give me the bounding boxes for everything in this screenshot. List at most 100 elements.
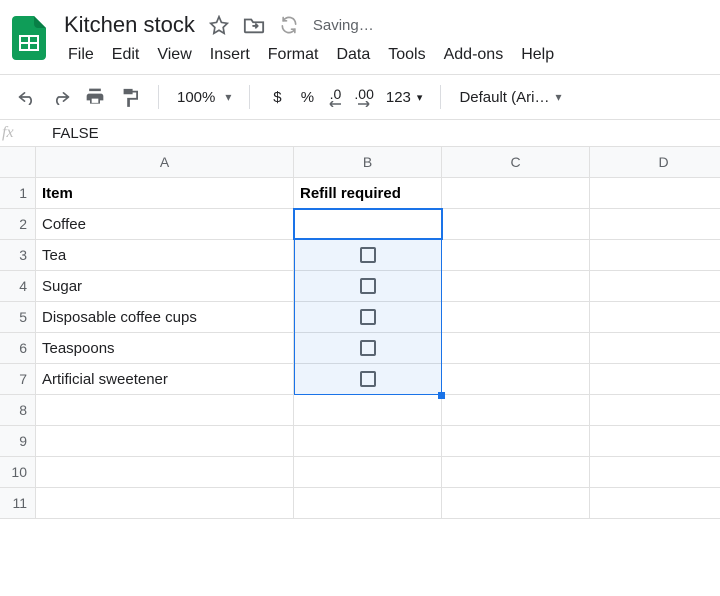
zoom-value: 100% [177,89,215,106]
menu-help[interactable]: Help [521,46,554,64]
cell-D2[interactable] [590,209,720,240]
cell-A2[interactable]: Coffee [36,209,294,240]
formula-value: FALSE [40,125,99,142]
row-header-5[interactable]: 5 [0,302,36,333]
checkbox[interactable] [360,340,376,356]
cell-B2[interactable] [294,209,442,240]
cell-D1[interactable] [590,178,720,209]
menu-edit[interactable]: Edit [112,46,140,64]
cell-B8[interactable] [294,395,442,426]
row-header-8[interactable]: 8 [0,395,36,426]
cell-A7[interactable]: Artificial sweetener [36,364,294,395]
star-icon[interactable] [209,15,229,35]
col-header-C[interactable]: C [442,147,590,178]
menu-view[interactable]: View [157,46,191,64]
paint-format-button[interactable] [118,86,140,108]
undo-button[interactable] [16,86,38,108]
decrease-decimal-button[interactable]: .0 [328,86,342,108]
cell-B1[interactable]: Refill required [294,178,442,209]
checkbox[interactable] [360,216,376,232]
checkbox[interactable] [360,309,376,325]
cell-B3[interactable] [294,240,442,271]
toolbar: 100% $ % .0 .00 123▾ Default (Ari… ▾ [0,75,720,119]
col-header-B[interactable]: B [294,147,442,178]
checkbox[interactable] [360,371,376,387]
cell-C11[interactable] [442,488,590,519]
cell-D9[interactable] [590,426,720,457]
row-header-3[interactable]: 3 [0,240,36,271]
cell-A1[interactable]: Item [36,178,294,209]
cell-A6[interactable]: Teaspoons [36,333,294,364]
cell-C7[interactable] [442,364,590,395]
cell-C2[interactable] [442,209,590,240]
menu-file[interactable]: File [68,46,94,64]
dec-more-label: .00 [354,87,373,101]
sync-icon[interactable] [279,15,299,35]
row-header-2[interactable]: 2 [0,209,36,240]
col-header-D[interactable]: D [590,147,720,178]
menu-format[interactable]: Format [268,46,319,64]
dec-less-label: .0 [330,87,342,101]
formula-bar[interactable]: fx FALSE [0,119,720,147]
menu-tools[interactable]: Tools [388,46,425,64]
cell-B10[interactable] [294,457,442,488]
cell-D6[interactable] [590,333,720,364]
increase-decimal-button[interactable]: .00 [354,86,373,108]
cell-B7[interactable] [294,364,442,395]
cell-D8[interactable] [590,395,720,426]
menu-addons[interactable]: Add-ons [444,46,504,64]
spreadsheet-grid[interactable]: A B C D 1 Item Refill required 2 Coffee … [0,147,720,519]
cell-C6[interactable] [442,333,590,364]
cell-D7[interactable] [590,364,720,395]
format-percent-button[interactable]: % [298,89,316,106]
cell-B6[interactable] [294,333,442,364]
cell-C9[interactable] [442,426,590,457]
cell-B4[interactable] [294,271,442,302]
row-header-10[interactable]: 10 [0,457,36,488]
doc-title[interactable]: Kitchen stock [64,12,195,38]
cell-C4[interactable] [442,271,590,302]
cell-A5[interactable]: Disposable coffee cups [36,302,294,333]
row-header-11[interactable]: 11 [0,488,36,519]
row-header-7[interactable]: 7 [0,364,36,395]
cell-C5[interactable] [442,302,590,333]
cell-B5[interactable] [294,302,442,333]
cell-B9[interactable] [294,426,442,457]
font-family-dropdown[interactable]: Default (Ari… ▾ [459,89,561,106]
cell-D3[interactable] [590,240,720,271]
cell-A10[interactable] [36,457,294,488]
cell-C3[interactable] [442,240,590,271]
cell-A3[interactable]: Tea [36,240,294,271]
row-header-6[interactable]: 6 [0,333,36,364]
cell-A11[interactable] [36,488,294,519]
row-header-1[interactable]: 1 [0,178,36,209]
sheets-app-icon[interactable] [8,12,50,64]
col-header-A[interactable]: A [36,147,294,178]
checkbox[interactable] [360,247,376,263]
menu-data[interactable]: Data [336,46,370,64]
cell-C8[interactable] [442,395,590,426]
number-format-dropdown[interactable]: 123▾ [386,89,423,106]
format-currency-button[interactable]: $ [268,89,286,106]
cell-C10[interactable] [442,457,590,488]
title-row: Kitchen stock Saving… [64,8,554,40]
cell-D4[interactable] [590,271,720,302]
zoom-dropdown[interactable]: 100% [177,89,231,106]
cell-A8[interactable] [36,395,294,426]
cell-B11[interactable] [294,488,442,519]
checkbox[interactable] [360,278,376,294]
save-status: Saving… [313,17,374,34]
row-header-4[interactable]: 4 [0,271,36,302]
move-icon[interactable] [243,15,265,35]
select-all-corner[interactable] [0,147,36,178]
redo-button[interactable] [50,86,72,108]
cell-C1[interactable] [442,178,590,209]
cell-A9[interactable] [36,426,294,457]
menu-insert[interactable]: Insert [210,46,250,64]
cell-A4[interactable]: Sugar [36,271,294,302]
row-header-9[interactable]: 9 [0,426,36,457]
cell-D5[interactable] [590,302,720,333]
print-button[interactable] [84,86,106,108]
cell-D10[interactable] [590,457,720,488]
cell-D11[interactable] [590,488,720,519]
